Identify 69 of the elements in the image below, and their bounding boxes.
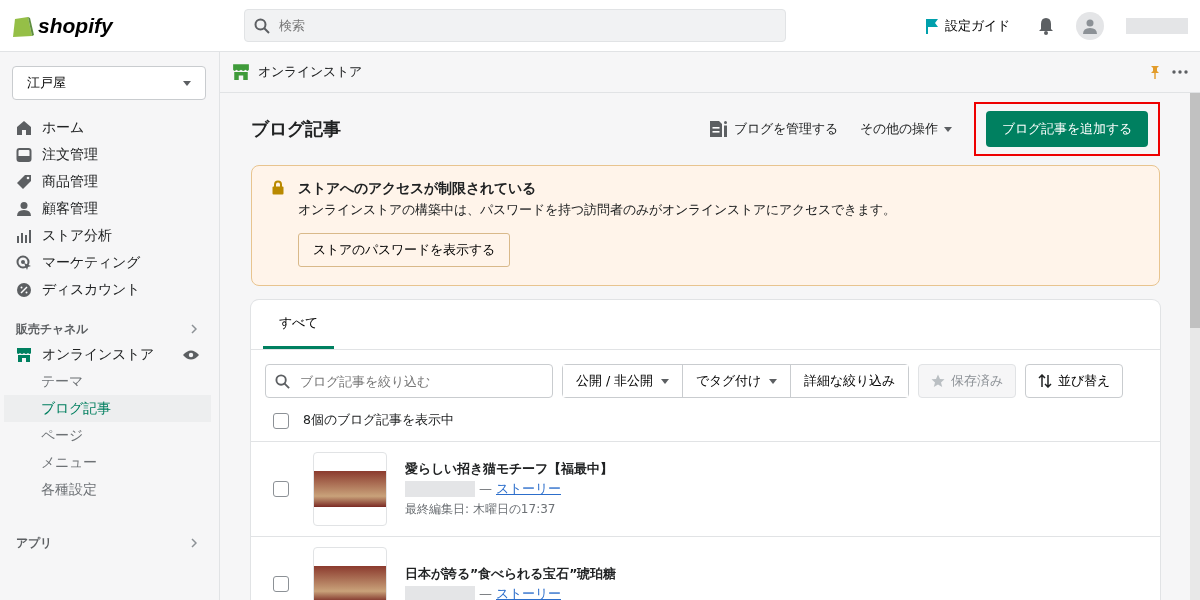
author-placeholder [405, 480, 475, 497]
blog-link[interactable]: ストーリー [496, 479, 561, 498]
channel-title: オンラインストア [258, 63, 362, 81]
sort-arrows-icon [1038, 374, 1053, 388]
nav-subitem[interactable]: ページ [4, 422, 211, 449]
sort-button[interactable]: 並び替え [1025, 364, 1124, 398]
nav-item[interactable]: 注文管理 [4, 141, 211, 168]
nav-item[interactable]: ディスカウント [4, 276, 211, 303]
discount-icon [16, 281, 32, 298]
target-icon [16, 254, 32, 271]
person-icon [16, 200, 32, 217]
checkbox[interactable] [273, 576, 289, 592]
banner-title: ストアへのアクセスが制限されている [298, 180, 537, 198]
home-icon [16, 119, 32, 136]
user-name-placeholder [1126, 17, 1188, 34]
bell-icon[interactable] [1038, 16, 1054, 35]
post-count-label: 8個のブログ記事を表示中 [303, 412, 454, 429]
filter-button[interactable]: 詳細な絞り込み [790, 365, 909, 397]
search-field[interactable]: 検索 [244, 9, 786, 42]
post-title[interactable]: 愛らしい招き猫モチーフ【福最中】 [405, 460, 613, 478]
nav-item[interactable]: ストア分析 [4, 222, 211, 249]
lock-icon [272, 180, 284, 195]
nav-item[interactable]: オンラインストア [42, 345, 154, 364]
post-title[interactable]: 日本が誇る”食べられる宝石”琥珀糖 [405, 565, 617, 583]
separator-dash: — [479, 586, 492, 600]
chevron-right-icon[interactable] [191, 324, 197, 334]
avatar-icon[interactable] [1076, 11, 1104, 40]
nav-subitem[interactable]: テーマ [4, 368, 211, 395]
manage-blogs-button[interactable]: ブログを管理する [710, 120, 838, 138]
more-actions-button[interactable]: その他の操作 [860, 120, 952, 138]
chevron-right-icon[interactable] [191, 538, 197, 548]
orders-icon [16, 146, 32, 163]
author-placeholder [405, 585, 475, 600]
pin-icon[interactable] [1150, 65, 1160, 79]
tab[interactable]: すべて [263, 300, 334, 349]
checkbox[interactable] [273, 481, 289, 497]
flag-icon [925, 17, 939, 34]
banner-text: オンラインストアの構築中は、パスワードを持つ訪問者のみがオンラインストアにアクセスできます。 [298, 202, 896, 219]
add-blog-post-button[interactable]: ブログ記事を追加する [986, 111, 1148, 147]
last-edited-text: 最終編集日: 木曜日の17:37 [405, 500, 557, 518]
document-icon [710, 121, 728, 137]
storefront-icon [16, 346, 32, 363]
nav-subitem[interactable]: ブログ記事 [4, 395, 211, 422]
setup-guide-button[interactable]: 設定ガイド [919, 15, 1016, 36]
scrollbar[interactable] [1190, 93, 1200, 600]
nav-item[interactable]: ホーム [4, 114, 211, 141]
blog-link[interactable]: ストーリー [496, 584, 561, 600]
filter-field[interactable]: ブログ記事を絞り込む [265, 364, 553, 398]
bars-icon [16, 227, 32, 244]
nav-item[interactable]: 顧客管理 [4, 195, 211, 222]
star-icon [931, 374, 946, 388]
checkbox[interactable] [273, 412, 289, 429]
separator-dash: — [479, 481, 492, 496]
eye-icon[interactable] [183, 349, 199, 360]
page-title: ブログ記事 [251, 117, 341, 141]
caret-icon [183, 80, 191, 86]
store-selector[interactable]: 江戸屋 [12, 66, 206, 100]
show-password-button[interactable]: ストアのパスワードを表示する [298, 233, 510, 267]
section-heading: アプリ [16, 534, 52, 552]
storefront-icon [232, 63, 250, 81]
nav-item[interactable]: マーケティング [4, 249, 211, 276]
caret-icon [944, 126, 952, 132]
nav-subitem[interactable]: 各種設定 [4, 476, 211, 503]
more-icon[interactable] [1172, 70, 1188, 74]
logo-text[interactable]: shopify [38, 13, 113, 38]
tag-icon [16, 173, 32, 190]
nav-subitem[interactable]: メニュー [4, 449, 211, 476]
section-heading: 販売チャネル [16, 320, 88, 338]
nav-item[interactable]: 商品管理 [4, 168, 211, 195]
